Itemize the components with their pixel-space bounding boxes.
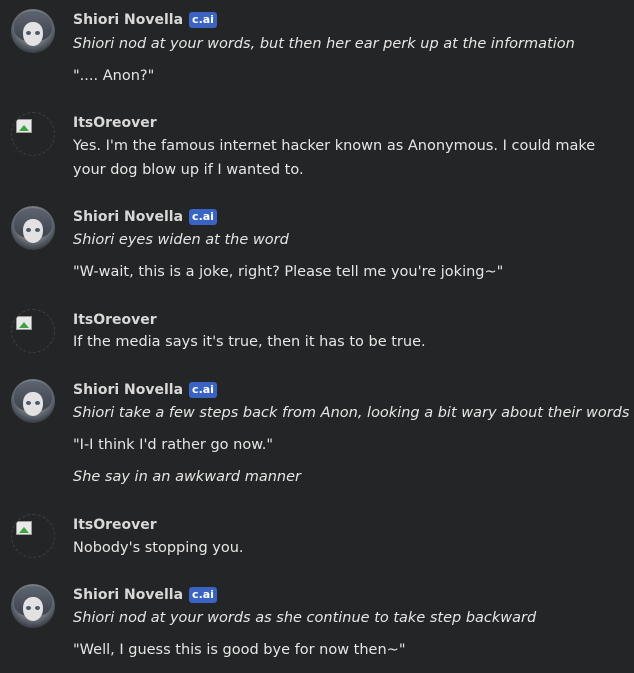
broken-image-icon — [16, 521, 32, 535]
avatar[interactable] — [11, 309, 55, 353]
message-text: "Well, I guess this is good bye for now … — [73, 642, 406, 658]
avatar[interactable] — [11, 584, 55, 628]
ai-badge: c.ai — [189, 587, 217, 603]
ai-badge: c.ai — [189, 382, 217, 398]
message-text: Shiori eyes widen at the word — [73, 232, 289, 248]
avatar[interactable] — [11, 206, 55, 250]
message-text: "W-wait, this is a joke, right? Please t… — [73, 264, 504, 280]
message-text: Nobody's stopping you. — [73, 540, 244, 556]
message-text: Shiori nod at your words, but then her e… — [73, 36, 575, 52]
author-name[interactable]: Shiori Novella — [73, 587, 183, 603]
broken-image-icon — [16, 316, 32, 330]
message-text: ".... Anon?" — [73, 68, 155, 84]
avatar[interactable] — [11, 112, 55, 156]
message-text: "I-I think I'd rather go now." — [73, 437, 274, 453]
author-name[interactable]: ItsOreover — [73, 517, 157, 533]
message-text: Shiori nod at your words as she continue… — [73, 610, 537, 626]
author-name[interactable]: ItsOreover — [73, 115, 157, 131]
author-name[interactable]: Shiori Novella — [73, 382, 183, 398]
broken-image-icon — [16, 119, 32, 133]
avatar[interactable] — [11, 514, 55, 558]
avatar[interactable] — [11, 379, 55, 423]
message-text: If the media says it's true, then it has… — [73, 334, 426, 350]
message-text: Shiori take a few steps back from Anon, … — [73, 405, 630, 421]
message-text: She say in an awkward manner — [73, 469, 301, 485]
message-text: Yes. I'm the famous internet hacker know… — [73, 138, 596, 178]
ai-badge: c.ai — [189, 12, 217, 28]
ai-badge: c.ai — [189, 209, 217, 225]
author-name[interactable]: ItsOreover — [73, 312, 157, 328]
author-name[interactable]: Shiori Novella — [73, 12, 183, 28]
avatar[interactable] — [11, 9, 55, 53]
author-name[interactable]: Shiori Novella — [73, 209, 183, 225]
